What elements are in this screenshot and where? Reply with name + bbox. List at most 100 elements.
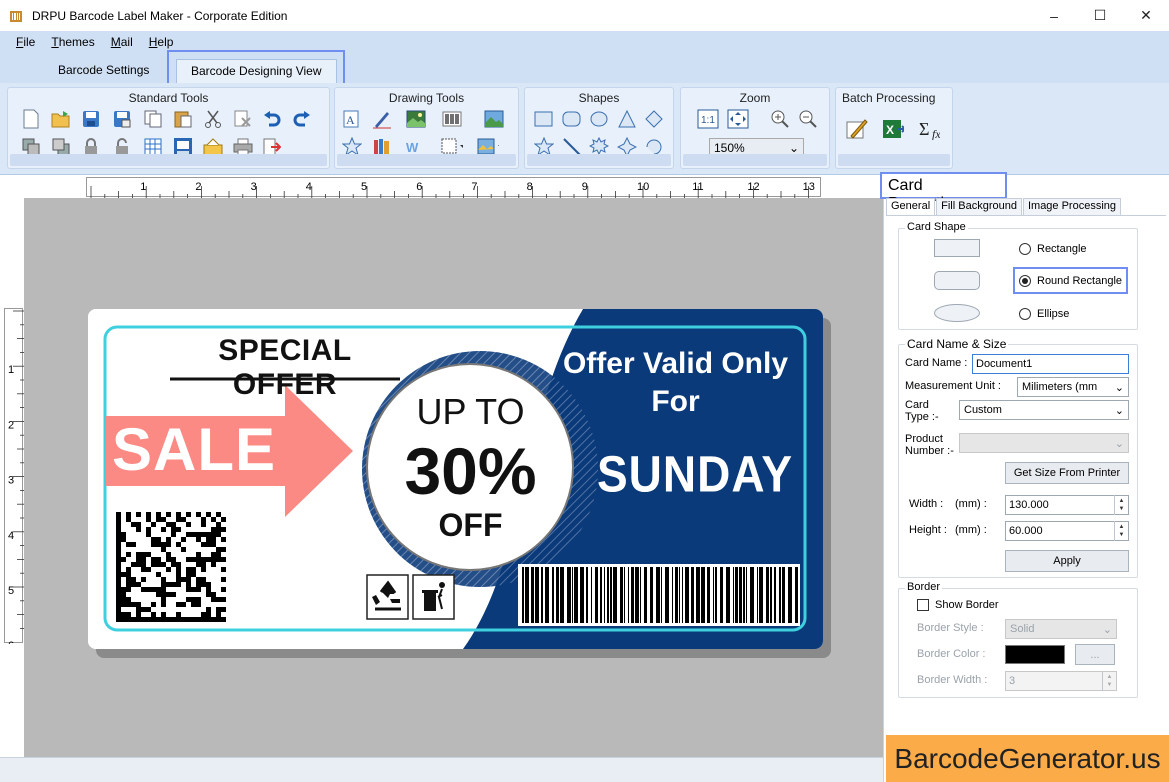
triangle-shape-icon[interactable]: [616, 108, 638, 130]
zoom-in-icon[interactable]: [769, 108, 791, 130]
diamond-shape-icon[interactable]: [643, 108, 665, 130]
card-type-value: Custom: [964, 404, 1002, 416]
barcode-bar: [591, 567, 592, 623]
datamatrix-module: [176, 572, 181, 577]
datamatrix-module: [191, 567, 196, 572]
picture-library-icon[interactable]: [483, 108, 505, 130]
save-icon[interactable]: [80, 108, 102, 130]
card-type-label: Card: [905, 399, 929, 411]
product-number-select[interactable]: ⌄: [959, 433, 1129, 453]
ruler-label: 3: [8, 475, 14, 487]
menu-file[interactable]: File: [16, 35, 35, 49]
datamatrix-module: [116, 522, 121, 527]
barcode-bar: [782, 567, 785, 623]
menu-themes[interactable]: Themes: [51, 35, 94, 49]
datamatrix-module: [151, 542, 156, 547]
barcode-icon[interactable]: [441, 108, 463, 130]
datamatrix-module: [116, 587, 121, 592]
new-icon[interactable]: [20, 108, 42, 130]
barcode-bar: [750, 567, 754, 623]
datamatrix-module: [196, 582, 201, 587]
chevron-down-icon: ⌄: [1114, 404, 1124, 417]
card-name-input[interactable]: Document1: [972, 354, 1129, 374]
chevron-down-icon: ⌄: [1114, 381, 1124, 394]
width-spinner[interactable]: ▲ ▼: [1114, 495, 1128, 515]
datamatrix-module: [151, 562, 156, 567]
cut-icon[interactable]: [202, 108, 224, 130]
fit-to-window-icon[interactable]: [727, 108, 749, 130]
height-input[interactable]: 60.000: [1005, 521, 1129, 541]
card-type-select[interactable]: Custom ⌄: [959, 400, 1129, 420]
border-color-swatch[interactable]: [1005, 645, 1065, 664]
barcode-bar: [595, 567, 598, 623]
datamatrix-module: [171, 562, 176, 567]
datamatrix-module: [161, 582, 166, 587]
datamatrix-module: [201, 577, 206, 582]
label-card[interactable]: SPECIAL OFFER SALE UP TO 30% OFF Offer V…: [88, 309, 823, 649]
formula-icon[interactable]: Σfx: [918, 118, 940, 140]
measurement-unit-select[interactable]: Milimeters (mm ⌄: [1017, 377, 1129, 397]
barcode-bar: [715, 567, 717, 623]
datamatrix-module: [171, 617, 176, 622]
rectangle-radio[interactable]: [1019, 243, 1031, 255]
datamatrix-module: [121, 617, 126, 622]
save-as-icon[interactable]: [111, 108, 133, 130]
tab-barcode-designing-view[interactable]: Barcode Designing View: [176, 59, 337, 83]
datamatrix-module: [116, 537, 121, 542]
datamatrix-module: [191, 602, 196, 607]
zoom-out-icon[interactable]: [797, 108, 819, 130]
redo-icon[interactable]: [291, 108, 313, 130]
menu-help[interactable]: Help: [149, 35, 174, 49]
datamatrix-module: [216, 557, 221, 562]
ellipse-shape-icon[interactable]: [588, 108, 610, 130]
datamatrix-module: [136, 527, 141, 532]
minimize-button[interactable]: –: [1031, 0, 1077, 31]
round-rectangle-radio[interactable]: [1019, 275, 1031, 287]
image-icon[interactable]: [405, 108, 427, 130]
get-size-from-printer-button[interactable]: Get Size From Printer: [1005, 462, 1129, 484]
paste-icon[interactable]: [172, 108, 194, 130]
datamatrix-module: [141, 617, 146, 622]
svg-text:A: A: [346, 113, 355, 127]
ellipse-radio[interactable]: [1019, 308, 1031, 320]
datamatrix-module: [201, 562, 206, 567]
border-color-picker-button[interactable]: ...: [1075, 644, 1115, 665]
delete-icon[interactable]: [232, 108, 254, 130]
height-spinner[interactable]: ▲ ▼: [1114, 521, 1128, 541]
tab-general[interactable]: General: [886, 198, 936, 215]
datamatrix-module: [116, 542, 121, 547]
maximize-button[interactable]: ☐: [1077, 0, 1123, 31]
border-width-input[interactable]: 3: [1005, 671, 1117, 691]
ellipse-label: Ellipse: [1037, 308, 1070, 320]
pen-icon[interactable]: [371, 108, 393, 130]
rectangle-shape-icon[interactable]: [533, 108, 555, 130]
excel-import-icon[interactable]: X: [882, 118, 904, 140]
apply-button[interactable]: Apply: [1005, 550, 1129, 572]
datamatrix-module: [161, 602, 166, 607]
batch-edit-icon[interactable]: [846, 118, 868, 140]
text-icon[interactable]: A: [341, 108, 363, 130]
width-input[interactable]: 130.000: [1005, 495, 1129, 515]
ruler-label: 2: [195, 181, 201, 193]
datamatrix-module: [216, 597, 221, 602]
menu-mail[interactable]: Mail: [111, 35, 133, 49]
copy-icon[interactable]: [142, 108, 164, 130]
show-border-checkbox[interactable]: [917, 599, 929, 611]
border-style-select[interactable]: Solid ⌄: [1005, 619, 1117, 639]
actual-size-icon[interactable]: 1:1: [697, 108, 719, 130]
open-icon[interactable]: [50, 108, 72, 130]
ruler-label: 12: [747, 181, 759, 193]
ruler-label: 4: [8, 530, 14, 542]
datamatrix-module: [166, 552, 171, 557]
tab-image-processing[interactable]: Image Processing: [1022, 198, 1122, 215]
tab-barcode-settings[interactable]: Barcode Settings: [44, 59, 163, 83]
barcode-bar: [675, 567, 678, 623]
datamatrix-module: [206, 557, 211, 562]
close-button[interactable]: ✕: [1123, 0, 1169, 31]
tab-fill-background[interactable]: Fill Background: [936, 198, 1022, 215]
datamatrix-module: [136, 617, 141, 622]
offer-valid-text: Offer Valid Only: [562, 347, 789, 380]
undo-icon[interactable]: [261, 108, 283, 130]
round-rectangle-shape-icon[interactable]: [561, 108, 583, 130]
border-width-spinner[interactable]: ▲ ▼: [1102, 671, 1116, 691]
